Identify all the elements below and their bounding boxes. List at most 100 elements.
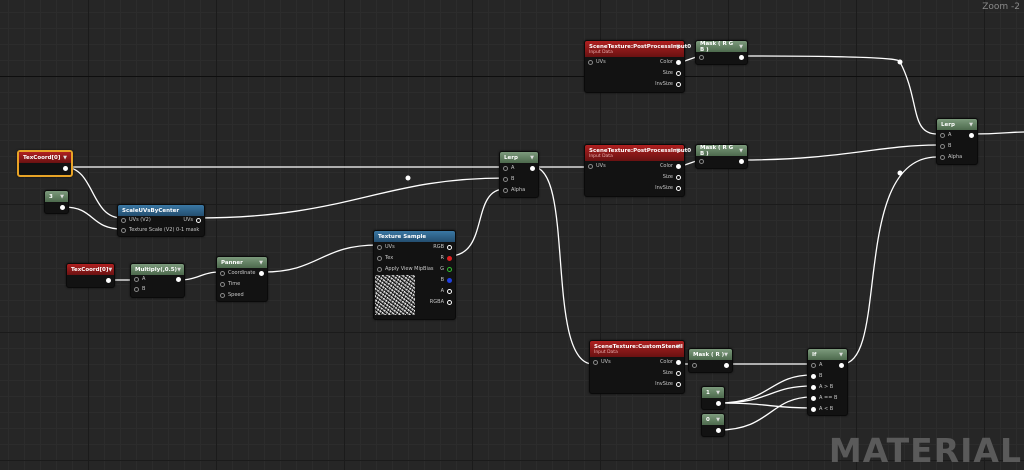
input-pin[interactable]	[588, 164, 593, 169]
output-pin[interactable]	[176, 277, 181, 282]
output-pin-green[interactable]	[447, 267, 452, 272]
output-pin[interactable]	[676, 71, 681, 76]
output-pin[interactable]	[196, 218, 201, 223]
chevron-down-icon[interactable]: ▼	[530, 155, 534, 161]
node-scene-texture-top[interactable]: SceneTexture:PostProcessInput0 Input Data…	[584, 40, 691, 93]
input-pin[interactable]	[220, 282, 225, 287]
output-pin[interactable]	[530, 166, 535, 171]
chevron-down-icon[interactable]: ▼	[716, 390, 720, 396]
chevron-down-icon[interactable]: ▼	[676, 44, 680, 50]
output-pin[interactable]	[676, 175, 681, 180]
output-pin[interactable]	[716, 401, 721, 406]
output-pin[interactable]	[676, 82, 681, 87]
input-pin[interactable]	[121, 218, 126, 223]
wire-lerpfinal-out	[971, 131, 1024, 135]
node-panner[interactable]: Panner ▼ Coordinate Time Speed	[216, 256, 268, 302]
node-header: Mask ( R ) ▼	[689, 349, 732, 360]
chevron-down-icon[interactable]: ▼	[63, 155, 67, 161]
output-pin[interactable]	[676, 60, 681, 65]
node-title: Lerp	[941, 121, 955, 128]
chevron-down-icon[interactable]: ▼	[724, 352, 728, 358]
input-pin[interactable]	[121, 228, 126, 233]
output-pin[interactable]	[724, 363, 729, 368]
output-pin[interactable]	[676, 371, 681, 376]
output-pin-red[interactable]	[447, 256, 452, 261]
chevron-down-icon[interactable]: ▼	[60, 194, 64, 200]
input-pin[interactable]	[811, 407, 816, 412]
node-constant-0[interactable]: 0 ▼	[701, 413, 725, 437]
output-pin[interactable]	[447, 245, 452, 250]
chevron-down-icon[interactable]: ▼	[108, 267, 112, 273]
node-lerp-final[interactable]: Lerp ▼ A B Alpha	[936, 118, 978, 165]
node-subtitle: Input Data	[589, 153, 613, 159]
output-pin[interactable]	[676, 360, 681, 365]
wire-scale-to-lerp-b	[196, 177, 506, 219]
output-pin[interactable]	[739, 55, 744, 60]
input-pin[interactable]	[134, 287, 139, 292]
chevron-down-icon[interactable]: ▼	[969, 122, 973, 128]
node-scene-texture-custom-stencil[interactable]: SceneTexture:CustomStencil Input Data ▼ UV…	[589, 340, 685, 394]
node-header: Lerp ▼	[500, 152, 538, 163]
input-pin[interactable]	[940, 133, 945, 138]
texture-preview-thumbnail	[375, 275, 415, 315]
chevron-down-icon[interactable]: ▼	[739, 148, 743, 154]
output-pin[interactable]	[676, 382, 681, 387]
node-scale-uvs-by-center[interactable]: ScaleUVsByCenter UVs (V2) UVs Texture Sc…	[117, 204, 205, 237]
output-pin[interactable]	[676, 164, 681, 169]
node-multiply[interactable]: Multiply(,0.5) ▼ A B	[130, 263, 185, 298]
input-pin[interactable]	[811, 374, 816, 379]
node-lerp[interactable]: Lerp ▼ A B Alpha	[499, 151, 539, 198]
output-pin[interactable]	[60, 205, 65, 210]
graph-canvas[interactable]: TexCoord[0] ▼ 3 ▼ ScaleUVsByCenter UVs (V2…	[0, 0, 1024, 470]
output-pin[interactable]	[676, 186, 681, 191]
node-texture-sample[interactable]: Texture Sample UVs RGB Tex R Apply View …	[373, 230, 456, 320]
node-texcoord-selected[interactable]: TexCoord[0] ▼	[17, 150, 73, 177]
node-mask-rgb-top[interactable]: Mask ( R G B ) ▼	[695, 40, 748, 65]
output-pin[interactable]	[259, 271, 264, 276]
output-pin[interactable]	[839, 363, 844, 368]
output-pin-blue[interactable]	[447, 278, 452, 283]
output-pin[interactable]	[106, 278, 111, 283]
input-pin[interactable]	[811, 363, 816, 368]
output-pin[interactable]	[716, 428, 721, 433]
node-mask-rgb-middle[interactable]: Mask ( R G B ) ▼	[695, 144, 748, 169]
zoom-level-label: Zoom -2	[982, 2, 1020, 12]
input-pin[interactable]	[377, 245, 382, 250]
output-pin[interactable]	[739, 159, 744, 164]
node-texcoord[interactable]: TexCoord[0] ▼	[66, 263, 115, 288]
chevron-down-icon[interactable]: ▼	[739, 44, 743, 50]
chevron-down-icon[interactable]: ▼	[259, 260, 263, 266]
input-pin[interactable]	[692, 363, 697, 368]
input-pin[interactable]	[503, 188, 508, 193]
input-pin[interactable]	[940, 144, 945, 149]
input-pin[interactable]	[220, 271, 225, 276]
chevron-down-icon[interactable]: ▼	[839, 352, 843, 358]
output-pin[interactable]	[447, 289, 452, 294]
output-pin[interactable]	[447, 300, 452, 305]
output-pin[interactable]	[969, 133, 974, 138]
input-pin[interactable]	[811, 396, 816, 401]
input-pin[interactable]	[699, 55, 704, 60]
node-scene-texture-middle[interactable]: SceneTexture:PostProcessInput0 Input Data…	[584, 144, 691, 197]
input-pin[interactable]	[811, 385, 816, 390]
output-pin[interactable]	[63, 166, 68, 171]
input-pin[interactable]	[940, 155, 945, 160]
chevron-down-icon[interactable]: ▼	[676, 148, 680, 154]
chevron-down-icon[interactable]: ▼	[716, 417, 720, 423]
chevron-down-icon[interactable]: ▼	[177, 267, 181, 273]
pin-label: A	[511, 165, 515, 171]
input-pin[interactable]	[377, 267, 382, 272]
input-pin[interactable]	[699, 159, 704, 164]
node-mask-r[interactable]: Mask ( R ) ▼	[688, 348, 733, 373]
input-pin[interactable]	[588, 60, 593, 65]
input-pin[interactable]	[134, 277, 139, 282]
input-pin[interactable]	[503, 177, 508, 182]
input-pin[interactable]	[593, 360, 598, 365]
chevron-down-icon[interactable]: ▼	[676, 344, 680, 350]
node-constant-1[interactable]: 1 ▼	[701, 386, 725, 410]
input-pin[interactable]	[377, 256, 382, 261]
node-constant-3[interactable]: 3 ▼	[44, 190, 69, 214]
input-pin[interactable]	[503, 166, 508, 171]
node-if[interactable]: If ▼ A B A > B A == B A < B	[807, 348, 848, 416]
input-pin[interactable]	[220, 293, 225, 298]
